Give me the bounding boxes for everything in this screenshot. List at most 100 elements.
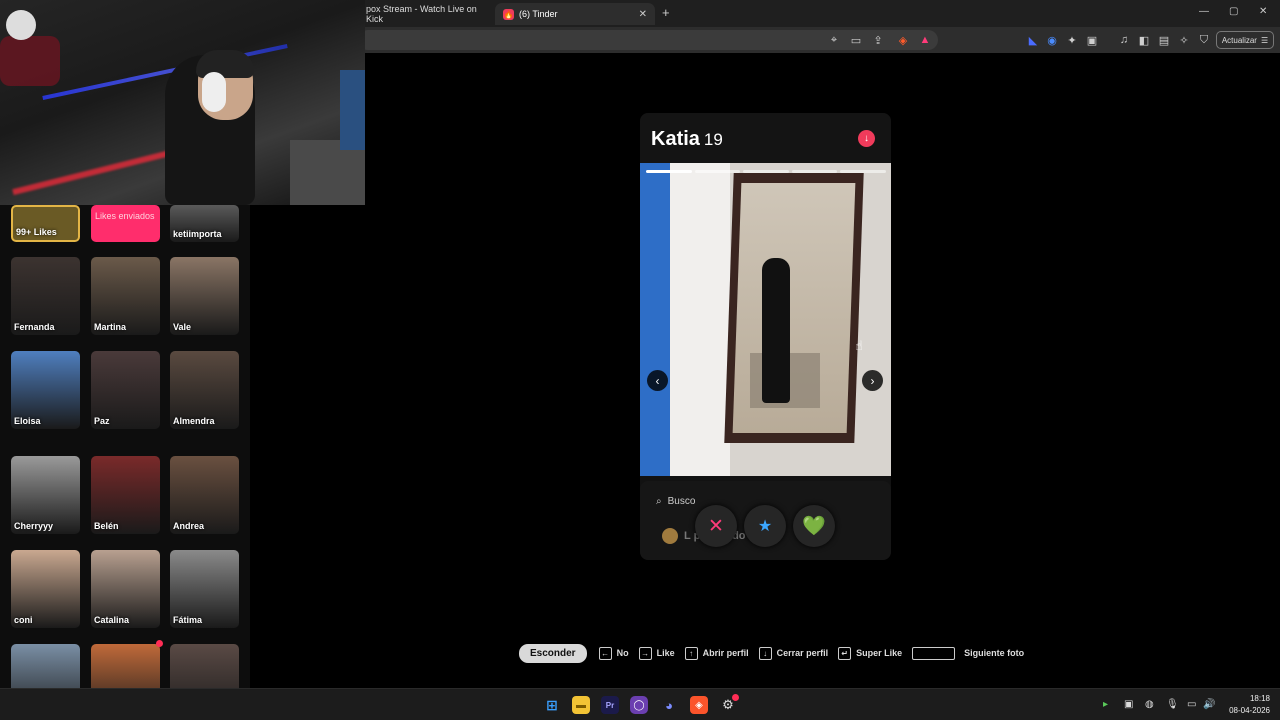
previous-photo-button[interactable]: ‹ — [647, 370, 668, 391]
tray-game-icon[interactable]: ◍ — [1145, 699, 1154, 710]
hide-shortcuts-button[interactable]: Esconder — [519, 643, 587, 663]
liked-profile-card[interactable] — [91, 644, 160, 688]
liked-profile-card[interactable]: Paz — [91, 351, 160, 429]
shortcut-like: → Like — [638, 646, 675, 660]
like-button[interactable]: 💚 — [793, 505, 835, 547]
chevron-left-icon: ‹ — [655, 373, 660, 388]
busco-label: Busco — [667, 496, 696, 507]
location-icon[interactable]: ⌖ — [826, 32, 842, 48]
tab-tinder[interactable]: 🔥 (6) Tinder ✕ — [495, 3, 655, 25]
music-icon[interactable]: ♫ — [1116, 32, 1132, 48]
system-clock[interactable]: 18:18 08-04-2026 — [1224, 693, 1270, 717]
cast-icon[interactable]: ▭ — [848, 32, 864, 48]
shortcut-label: No — [616, 648, 629, 658]
update-button[interactable]: Actualizar ☰ — [1216, 31, 1274, 49]
busco-row: ⌕ Busco — [656, 496, 695, 507]
photo-progress — [646, 170, 886, 173]
shortcut-super-like: ↵ Super Like — [838, 646, 903, 660]
liked-profile-card[interactable]: Almendra — [170, 351, 239, 429]
liked-profile-card[interactable]: Eloisa — [11, 351, 80, 429]
nvidia-tray-icon[interactable]: ▸ — [1103, 699, 1108, 710]
tab-kick[interactable]: pox Stream - Watch Live on Kick — [358, 3, 493, 25]
liked-profile-name: Fernanda — [14, 322, 55, 332]
brave-rewards-icon[interactable]: ▲ — [917, 32, 933, 48]
superlike-button[interactable]: ★ — [744, 505, 786, 547]
liked-profile-card[interactable]: Martina — [91, 257, 160, 335]
tray-app-icon[interactable]: ▣ — [1124, 699, 1133, 710]
extensions-icon[interactable]: ✦ — [1064, 32, 1080, 48]
likes-sent-card[interactable]: Likes enviados — [91, 205, 160, 242]
photo-progress-segment — [791, 170, 838, 173]
shortcut-next-photo: Siguiente foto — [912, 646, 1025, 660]
star-icon: ★ — [757, 518, 773, 535]
liked-profile-name: Martina — [94, 322, 127, 332]
likes-sent-label: Likes enviados — [95, 211, 155, 221]
monitor — [340, 70, 365, 150]
skull-decor — [6, 10, 36, 40]
keyboard-shortcuts-bar: Esconder ← No → Like ↑ Abrir perfil ↓ Cerrar… — [519, 643, 1034, 663]
photo-progress-segment — [840, 170, 886, 173]
tab-close-icon[interactable]: ✕ — [639, 9, 647, 20]
collapse-profile-button[interactable]: ↓ — [858, 130, 875, 147]
likes-you-card[interactable]: 99+ Likes — [11, 205, 80, 242]
nope-button[interactable]: ✕ — [695, 505, 737, 547]
key-enter-icon: ↵ — [838, 646, 852, 660]
tinder-favicon-icon: 🔥 — [503, 8, 514, 20]
brave-shield-icon[interactable]: ◈ — [895, 32, 911, 48]
obs-icon[interactable]: ◯ — [630, 696, 648, 714]
new-tab-button[interactable]: + — [662, 5, 670, 20]
cursor-ext-icon[interactable]: ◣ — [1025, 32, 1041, 48]
x-icon: ✕ — [708, 515, 724, 537]
screen: pox Stream - Watch Live on Kick 🔥 (6) Ti… — [0, 0, 1280, 720]
profile-photo[interactable]: ‹ › — [640, 163, 891, 476]
windows-start-icon[interactable]: ⊞ — [543, 696, 561, 714]
shortcut-close-profile: ↓ Cerrar perfil — [758, 646, 828, 660]
liked-profile-card[interactable]: ketiimporta — [170, 205, 239, 242]
liked-profile-card[interactable]: Cherryyy — [11, 456, 80, 534]
volume-icon[interactable]: 🔊 — [1203, 699, 1215, 710]
next-photo-button[interactable]: › — [862, 370, 883, 391]
liked-profile-card[interactable]: Vale — [170, 257, 239, 335]
share-icon[interactable]: ⇪ — [870, 32, 886, 48]
minimize-button[interactable]: — — [1199, 6, 1209, 17]
liked-profile-name: Eloisa — [14, 416, 41, 426]
liked-profile-card[interactable]: coni — [11, 550, 80, 628]
maximize-button[interactable]: ▢ — [1229, 6, 1238, 17]
clock-date: 08-04-2026 — [1229, 706, 1270, 715]
liked-profile-name: Cherryyy — [14, 521, 54, 531]
vpn-icon[interactable]: ⛉ — [1196, 32, 1212, 48]
menu-icon: ☰ — [1260, 35, 1269, 45]
liked-profile-name: Andrea — [173, 521, 205, 531]
shortcut-label: Like — [656, 648, 675, 658]
shortcut-label: Super Like — [856, 648, 903, 658]
liked-profile-card[interactable]: Fátima — [170, 550, 239, 628]
discord-icon[interactable]: ◕ — [660, 696, 678, 714]
liked-profile-name: Fátima — [173, 615, 203, 625]
playlist-icon[interactable]: ▣ — [1084, 32, 1100, 48]
liked-profile-card[interactable]: Belén — [91, 456, 160, 534]
headset — [202, 72, 226, 112]
liked-profile-card[interactable]: Fernanda — [11, 257, 80, 335]
liked-profile-card[interactable] — [170, 644, 239, 688]
audio-icon[interactable]: ◉ — [1044, 32, 1060, 48]
streamer-hair — [196, 50, 254, 78]
microphone-icon[interactable]: 🎙 — [1166, 699, 1179, 710]
premiere-icon[interactable]: Pr — [601, 696, 619, 714]
wallet-icon[interactable]: ▤ — [1156, 32, 1172, 48]
liked-profile-card[interactable]: Andrea — [170, 456, 239, 534]
thinking-emoji-icon — [662, 528, 678, 544]
profile-name: Katia 19 — [651, 128, 723, 151]
sidebar-icon[interactable]: ◧ — [1136, 32, 1152, 48]
shortcut-label: Siguiente foto — [964, 648, 1025, 658]
file-explorer-icon[interactable]: ▬ — [572, 696, 590, 714]
leo-icon[interactable]: ✧ — [1176, 32, 1192, 48]
liked-profile-name: Catalina — [94, 615, 130, 625]
liked-profile-card[interactable]: Catalina — [91, 550, 160, 628]
liked-profile-card[interactable] — [11, 644, 80, 688]
likes-count-label: 99+ Likes — [16, 227, 57, 237]
liked-profile-name: Vale — [173, 322, 192, 332]
close-window-button[interactable]: ✕ — [1259, 6, 1267, 17]
brave-icon[interactable]: ◈ — [690, 696, 708, 714]
network-icon[interactable]: ▭ — [1187, 699, 1196, 710]
shortcut-label: Abrir perfil — [702, 648, 749, 658]
